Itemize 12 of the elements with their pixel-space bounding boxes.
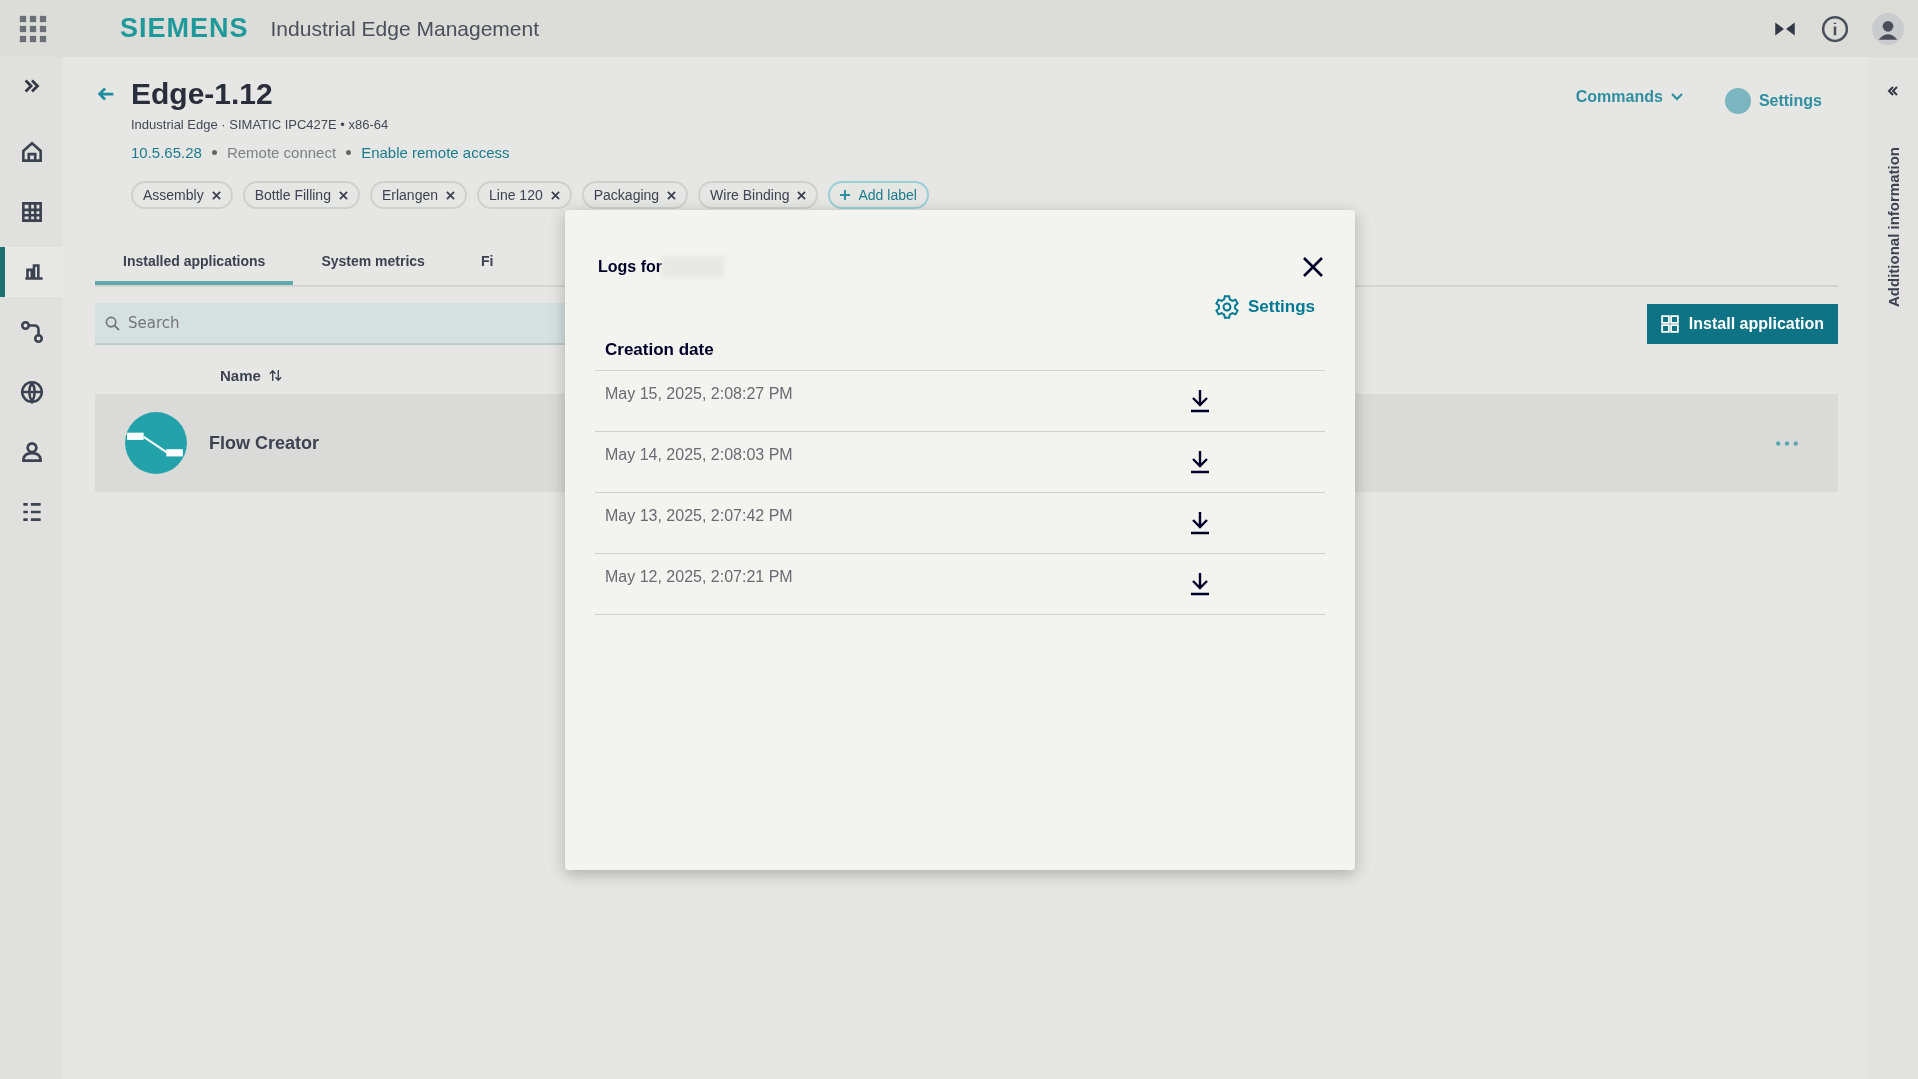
log-date: May 13, 2025, 2:07:42 PM xyxy=(605,507,793,525)
remote-connect-text: Remote connect xyxy=(226,144,337,161)
log-date: May 12, 2025, 2:07:21 PM xyxy=(605,568,793,586)
device-name: Edge-1.12 xyxy=(131,77,273,111)
dialog-title: Logs for xyxy=(598,258,662,276)
app-name: Flow Creator xyxy=(209,432,319,454)
log-date: May 14, 2025, 2:08:03 PM xyxy=(605,446,793,464)
column-header: Creation date xyxy=(605,340,714,359)
brand-logo: SIEMENS xyxy=(120,13,249,44)
device-subtitle: Industrial Edge · SIMATIC IPC427E • x86-64 xyxy=(131,117,390,132)
log-date: May 15, 2025, 2:08:27 PM xyxy=(605,385,793,403)
app-title: Industrial Edge Management xyxy=(270,16,540,41)
